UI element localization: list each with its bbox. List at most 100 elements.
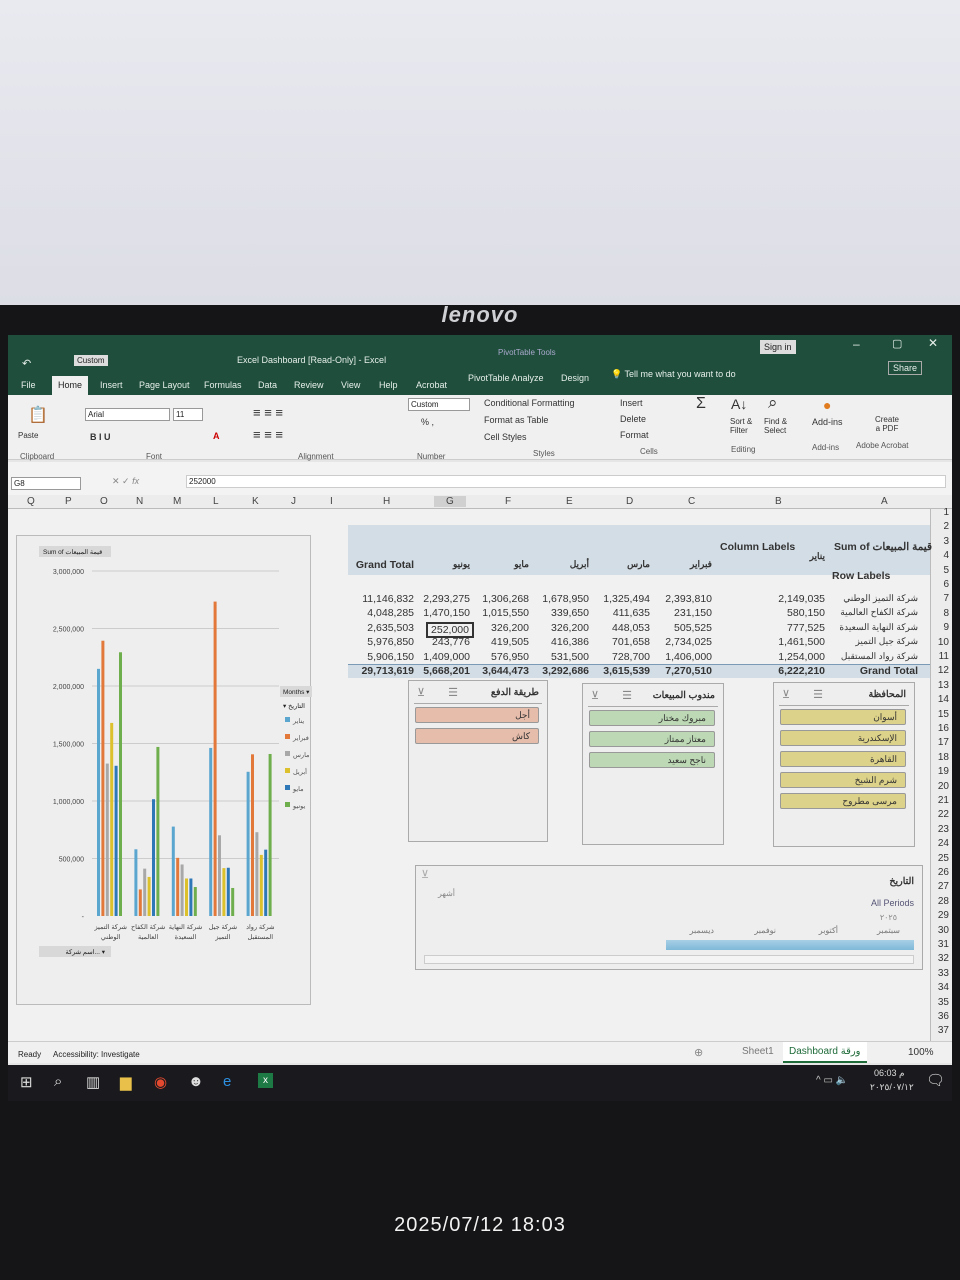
pivot-cell[interactable]: 231,150 <box>674 607 712 619</box>
pivot-cell[interactable]: 777,525 <box>787 622 825 634</box>
addins-button[interactable]: Add-ins <box>812 417 843 427</box>
row-header[interactable]: 25 <box>938 853 949 864</box>
align-bottom-icons[interactable]: ≡ ≡ ≡ <box>253 427 283 442</box>
pivot-cell[interactable]: 326,200 <box>551 622 589 634</box>
column-labels-filter[interactable]: Column Labels <box>720 541 795 553</box>
pivot-cell[interactable]: 1,678,950 <box>542 593 589 605</box>
chart-bar[interactable] <box>213 601 217 916</box>
pivot-cell[interactable]: 1,470,150 <box>423 607 470 619</box>
accessibility-status[interactable]: Accessibility: Investigate <box>53 1050 140 1059</box>
column-header-O[interactable]: O <box>100 496 108 507</box>
row-header[interactable]: 20 <box>938 781 949 792</box>
chart-bar[interactable] <box>97 668 100 916</box>
column-header-F[interactable]: F <box>505 496 511 507</box>
pivot-cell[interactable]: 326,200 <box>491 622 529 634</box>
month-label[interactable]: نوفمبر <box>754 926 776 935</box>
task-view-icon[interactable]: ▥ <box>86 1073 100 1091</box>
column-header-G[interactable]: G <box>434 496 466 507</box>
slicer-item[interactable]: معتاز ممتاز <box>589 731 715 747</box>
format-as-table-button[interactable]: Format as Table <box>484 415 548 425</box>
tab-design[interactable]: Design <box>561 373 589 383</box>
time-level-dropdown[interactable]: أشهر <box>438 889 455 898</box>
pivot-month-header[interactable]: مارس <box>627 559 650 570</box>
chart-bar[interactable] <box>222 868 226 916</box>
name-box[interactable]: G8 <box>11 477 81 490</box>
row-header[interactable]: 8 <box>943 608 949 619</box>
autosum-icon[interactable]: Σ <box>696 395 706 413</box>
row-header[interactable]: 2 <box>943 521 949 532</box>
month-label[interactable]: ديسمبر <box>690 926 714 935</box>
slicer-item[interactable]: ناجح سعيد <box>589 752 715 768</box>
pivot-cell[interactable]: 2,393,810 <box>665 593 712 605</box>
chart-bar[interactable] <box>209 747 213 916</box>
row-header[interactable]: 34 <box>938 982 949 993</box>
row-header[interactable]: 35 <box>938 997 949 1008</box>
slicer-item[interactable]: الإسكندرية <box>780 730 906 746</box>
row-header[interactable]: 9 <box>943 622 949 633</box>
tab-data[interactable]: Data <box>258 380 277 390</box>
chart-bar[interactable] <box>189 878 193 916</box>
column-header-E[interactable]: E <box>566 496 573 507</box>
chart-bar[interactable] <box>156 746 160 916</box>
slicer-rep[interactable]: مندوب المبيعات ⊻ ☰ مبروك مختار معتاز ممتاز ن… <box>582 683 724 845</box>
row-header[interactable]: 13 <box>938 680 949 691</box>
chrome-icon[interactable]: ◉ <box>154 1073 167 1091</box>
pivot-cell[interactable]: 1,306,268 <box>482 593 529 605</box>
edge-icon[interactable]: e <box>223 1073 231 1090</box>
row-labels-filter[interactable]: Row Labels <box>832 570 890 582</box>
chart-bar[interactable] <box>218 835 221 916</box>
slicer-item[interactable]: شرم الشيخ <box>780 772 906 788</box>
column-header-M[interactable]: M <box>173 496 181 507</box>
create-pdf-button[interactable]: Create a PDF <box>872 415 902 433</box>
search-icon[interactable]: ⌕ <box>54 1073 62 1090</box>
chart-bar[interactable] <box>180 864 184 916</box>
pivot-cell[interactable]: 1,254,000 <box>778 651 825 663</box>
tab-page-layout[interactable]: Page Layout <box>139 380 190 390</box>
pivot-cell[interactable]: 4,048,285 <box>367 607 414 619</box>
pivot-cell[interactable]: 2,734,025 <box>665 636 712 648</box>
clock-time[interactable]: 06:03 م <box>874 1068 905 1079</box>
slicer-item[interactable]: مرسى مطروح <box>780 793 906 809</box>
slicer-item[interactable]: كاش <box>415 728 539 744</box>
undo-icon[interactable]: ↶ <box>22 357 31 370</box>
timeline-scrollbar[interactable] <box>424 955 914 964</box>
align-icons[interactable]: ≡ ≡ ≡ <box>253 405 283 420</box>
zoom-level[interactable]: 100% <box>908 1047 934 1058</box>
clear-filter-icon[interactable]: ⊻ <box>421 868 429 881</box>
sign-in-button[interactable]: Sign in <box>760 340 796 354</box>
pivot-month-header[interactable]: فبراير <box>690 559 712 570</box>
chart-bar[interactable] <box>152 799 155 916</box>
pivot-cell[interactable]: 2,149,035 <box>778 593 825 605</box>
tab-review[interactable]: Review <box>294 380 324 390</box>
column-header-I[interactable]: I <box>330 496 333 507</box>
pivot-cell[interactable]: 1,406,000 <box>665 651 712 663</box>
chart-bar[interactable] <box>119 652 122 916</box>
slicer-date[interactable]: التاريخ ⊻ All Periods أشهر ٢٠٢٥ سبتمبر أكتوبر ن… <box>415 865 923 970</box>
slicer-item[interactable]: القاهرة <box>780 751 906 767</box>
pivot-row-label[interactable]: شركة الكفاح العالمية <box>840 607 918 618</box>
clear-filter-icon[interactable]: ⊻ ☰ <box>591 689 642 702</box>
row-header[interactable]: 3 <box>943 536 949 547</box>
row-header[interactable]: 14 <box>938 694 949 705</box>
tab-file[interactable]: File <box>21 380 36 390</box>
row-header[interactable]: 16 <box>938 723 949 734</box>
slicer-item[interactable]: أجل <box>415 707 539 723</box>
share-button[interactable]: Share <box>888 361 923 375</box>
chart-bar[interactable] <box>143 868 147 916</box>
pivot-cell[interactable]: 11,146,832 <box>362 593 414 605</box>
pivot-cell[interactable]: 243,776 <box>432 636 470 648</box>
number-format-dropdown[interactable]: Custom <box>408 398 470 411</box>
formula-input[interactable]: 252000 <box>186 475 946 488</box>
row-header[interactable]: 33 <box>938 968 949 979</box>
pivot-cell[interactable]: 1,325,494 <box>603 593 650 605</box>
sheet-tab-sheet1[interactable]: Sheet1 <box>742 1046 774 1057</box>
row-header[interactable]: 28 <box>938 896 949 907</box>
tab-acrobat[interactable]: Acrobat <box>416 380 447 390</box>
column-header-Q[interactable]: Q <box>27 496 35 507</box>
column-header-H[interactable]: H <box>383 496 390 507</box>
chart-bar[interactable] <box>264 849 268 916</box>
row-header[interactable]: 18 <box>938 752 949 763</box>
row-header[interactable]: 23 <box>938 824 949 835</box>
find-select-button[interactable]: Find & Select <box>764 417 794 435</box>
row-header[interactable]: 32 <box>938 953 949 964</box>
